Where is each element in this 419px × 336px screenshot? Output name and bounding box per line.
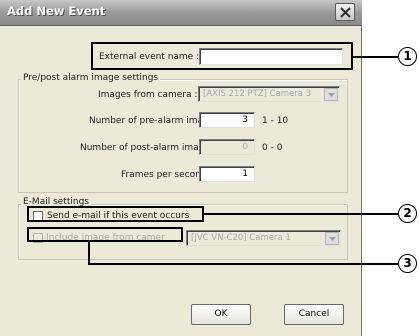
callout-2-highlight [27,206,204,222]
email-camera-dropdown-button[interactable] [325,232,339,245]
window-title: Add New Event [7,4,106,18]
callout-1-marker: 1 [398,47,417,66]
callout-3-marker: 3 [398,254,417,273]
pre-alarm-images-input[interactable]: 3 [199,112,255,128]
images-from-camera-value: [AXIS 212 PTZ] Camera 3 [203,89,312,99]
images-from-camera-select[interactable]: [AXIS 212 PTZ] Camera 3 [198,86,340,102]
alarm-settings-legend: Pre/post alarm image settings [21,73,161,83]
callout-1-highlight [91,42,353,70]
callout-3-line-vertical [88,242,90,264]
callout-2-marker: 2 [398,204,417,223]
callout-3-line-horizontal [88,263,398,265]
chevron-down-icon [329,237,336,241]
close-button[interactable] [335,3,355,21]
email-camera-select[interactable]: [JVC VN-C20] Camera 1 [186,230,341,246]
frames-per-second-input[interactable]: 1 [199,166,255,182]
callout-2-line [204,213,398,215]
pre-alarm-range: 1 - 10 [262,116,289,126]
images-from-camera-label: Images from camera : [98,90,198,100]
close-icon [340,7,351,18]
callout-3-highlight [27,227,183,242]
cancel-button[interactable]: Cancel [284,304,344,325]
email-camera-value: [JVC VN-C20] Camera 1 [191,233,291,243]
ok-button[interactable]: OK [191,304,251,325]
images-from-camera-dropdown-button[interactable] [324,88,338,101]
post-alarm-images-input[interactable]: 0 [199,139,255,155]
chevron-down-icon [328,93,335,97]
post-alarm-range: 0 - 0 [262,143,283,153]
callout-1-line [353,56,398,58]
title-bar[interactable]: Add New Event [0,0,362,26]
